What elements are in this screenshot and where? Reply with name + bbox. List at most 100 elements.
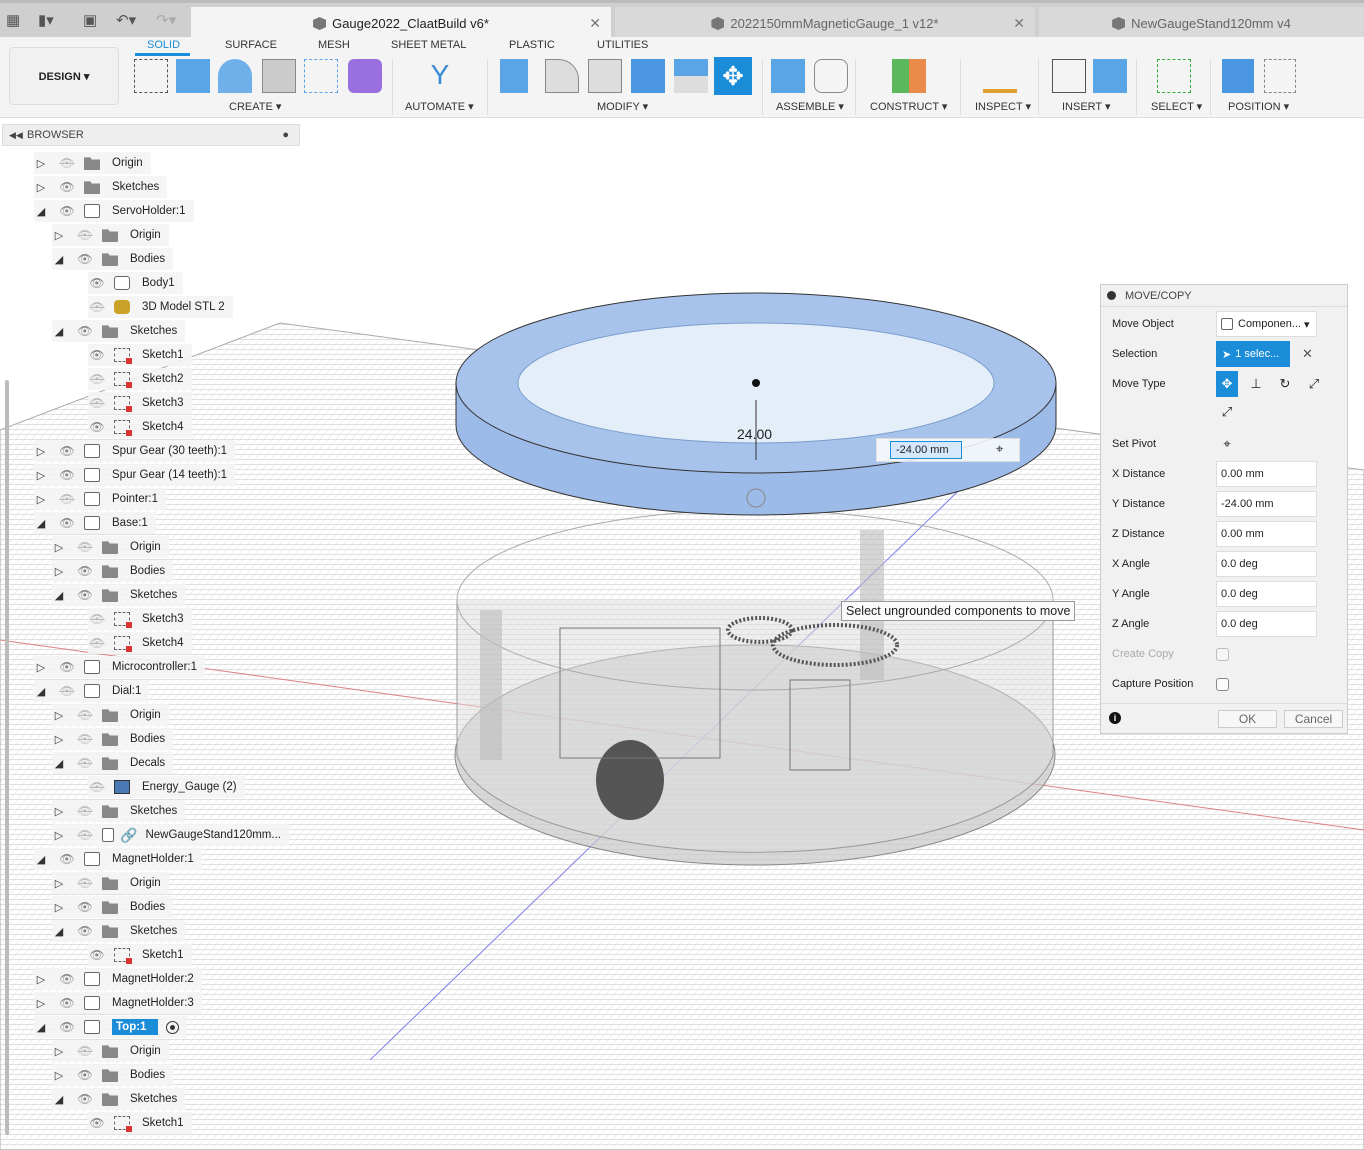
visibility-eye-icon[interactable]: 👁 bbox=[76, 828, 94, 842]
dimension-input[interactable]: -24.00 mm bbox=[890, 441, 962, 459]
visibility-eye-icon[interactable]: 👁 bbox=[58, 1020, 76, 1034]
expanded-arrow-icon[interactable]: ◢ bbox=[34, 205, 48, 218]
collapsed-arrow-icon[interactable]: ▷ bbox=[52, 877, 66, 890]
visibility-eye-icon[interactable]: 👁 bbox=[76, 876, 94, 890]
visibility-eye-icon[interactable]: 👁 bbox=[88, 420, 106, 434]
rotate-icon[interactable]: ↻ bbox=[1274, 371, 1296, 397]
pivot-icon[interactable]: ⌖ bbox=[996, 441, 1003, 457]
collapsed-arrow-icon[interactable]: ▷ bbox=[34, 181, 48, 194]
collapsed-arrow-icon[interactable]: ▷ bbox=[52, 1069, 66, 1082]
joint-icon[interactable] bbox=[814, 59, 848, 93]
visibility-eye-icon[interactable]: 👁 bbox=[58, 468, 76, 482]
collapsed-arrow-icon[interactable]: ▷ bbox=[52, 733, 66, 746]
visibility-eye-icon[interactable]: 👁 bbox=[58, 972, 76, 986]
visibility-eye-icon[interactable]: 👁 bbox=[76, 804, 94, 818]
visibility-eye-icon[interactable]: 👁 bbox=[58, 156, 76, 170]
group-construct[interactable]: CONSTRUCT ▾ bbox=[870, 100, 947, 113]
visibility-eye-icon[interactable]: 👁 bbox=[76, 924, 94, 938]
redo-icon[interactable]: ↷▾ bbox=[156, 11, 176, 29]
collapsed-arrow-icon[interactable]: ▷ bbox=[52, 229, 66, 242]
activate-component-icon[interactable] bbox=[166, 1020, 180, 1034]
position-icon[interactable] bbox=[1222, 59, 1254, 93]
browser-item[interactable]: ◢ 👁 Sketches bbox=[52, 920, 186, 942]
clear-selection-icon[interactable]: ✕ bbox=[1302, 346, 1313, 362]
construct-plane-icon[interactable] bbox=[892, 59, 926, 93]
browser-item[interactable]: ▷ 👁 Origin bbox=[52, 224, 169, 246]
field-input[interactable]: -24.00 mm bbox=[1216, 491, 1317, 517]
browser-item[interactable]: ◢ 👁 Top:1 bbox=[34, 1016, 188, 1038]
browser-item[interactable]: ▷ 👁 Origin bbox=[52, 872, 169, 894]
browser-item[interactable]: ▷ 👁 Origin bbox=[52, 704, 169, 726]
browser-item[interactable]: 👁 Sketch3 bbox=[88, 608, 192, 630]
field-input[interactable]: 0.0 deg bbox=[1216, 551, 1317, 577]
visibility-eye-icon[interactable]: 👁 bbox=[88, 348, 106, 362]
press-pull-icon[interactable] bbox=[500, 59, 528, 93]
expanded-arrow-icon[interactable]: ◢ bbox=[34, 517, 48, 530]
visibility-eye-icon[interactable]: 👁 bbox=[76, 324, 94, 338]
collapsed-arrow-icon[interactable]: ▷ bbox=[34, 469, 48, 482]
visibility-eye-icon[interactable]: 👁 bbox=[58, 660, 76, 674]
workspace-dropdown[interactable]: DESIGN ▾ bbox=[9, 47, 119, 105]
browser-item[interactable]: ▷ 👁 Bodies bbox=[52, 1064, 174, 1086]
measure-icon[interactable] bbox=[983, 59, 1017, 93]
undo-icon[interactable]: ↶▾ bbox=[116, 11, 136, 29]
extrude-icon[interactable] bbox=[176, 59, 210, 93]
new-component-icon[interactable] bbox=[771, 59, 805, 93]
visibility-eye-icon[interactable]: 👁 bbox=[76, 252, 94, 266]
visibility-eye-icon[interactable]: 👁 bbox=[58, 204, 76, 218]
browser-item[interactable]: 👁 3D Model STL 2 bbox=[88, 296, 233, 318]
visibility-eye-icon[interactable]: 👁 bbox=[76, 732, 94, 746]
collapsed-arrow-icon[interactable]: ▷ bbox=[34, 157, 48, 170]
browser-item[interactable]: ◢ 👁 ServoHolder:1 bbox=[34, 200, 194, 222]
collapsed-arrow-icon[interactable]: ▷ bbox=[52, 709, 66, 722]
browser-item[interactable]: ▷ 👁 Bodies bbox=[52, 728, 174, 750]
visibility-eye-icon[interactable]: 👁 bbox=[76, 1092, 94, 1106]
expanded-arrow-icon[interactable]: ◢ bbox=[52, 589, 66, 602]
doc-tab-1[interactable]: 2022150mmMagneticGauge_1 v12* ✕ bbox=[615, 7, 1035, 40]
visibility-eye-icon[interactable]: 👁 bbox=[88, 276, 106, 290]
form-icon[interactable] bbox=[348, 59, 382, 93]
browser-item[interactable]: 👁 Sketch4 bbox=[88, 632, 192, 654]
visibility-eye-icon[interactable]: 👁 bbox=[88, 1116, 106, 1130]
tab-solid[interactable]: SOLID bbox=[147, 39, 180, 51]
group-insert[interactable]: INSERT ▾ bbox=[1062, 100, 1111, 113]
browser-item[interactable]: ◢ 👁 Sketches bbox=[52, 1088, 186, 1110]
visibility-eye-icon[interactable]: 👁 bbox=[88, 372, 106, 386]
expanded-arrow-icon[interactable]: ◢ bbox=[34, 685, 48, 698]
collapsed-arrow-icon[interactable]: ▷ bbox=[34, 445, 48, 458]
collapse-browser-icon[interactable]: ◀◀ bbox=[9, 130, 23, 141]
browser-item[interactable]: ◢ 👁 Decals bbox=[52, 752, 174, 774]
browser-item[interactable]: 👁 Sketch1 bbox=[88, 944, 192, 966]
visibility-eye-icon[interactable]: 👁 bbox=[88, 780, 106, 794]
group-inspect[interactable]: INSPECT ▾ bbox=[975, 100, 1031, 113]
visibility-eye-icon[interactable]: 👁 bbox=[76, 588, 94, 602]
collapsed-arrow-icon[interactable]: ▷ bbox=[52, 1045, 66, 1058]
visibility-eye-icon[interactable]: 👁 bbox=[76, 1044, 94, 1058]
browser-item[interactable]: ▷ 👁 Spur Gear (14 teeth):1 bbox=[34, 464, 236, 486]
visibility-eye-icon[interactable]: 👁 bbox=[88, 636, 106, 650]
browser-item[interactable]: ▷ 👁 Microcontroller:1 bbox=[34, 656, 205, 678]
browser-item[interactable]: 👁 Sketch3 bbox=[88, 392, 192, 414]
browser-item[interactable]: ◢ 👁 Dial:1 bbox=[34, 680, 150, 702]
insert-image-icon[interactable] bbox=[1093, 59, 1127, 93]
visibility-eye-icon[interactable]: 👁 bbox=[76, 900, 94, 914]
browser-item[interactable]: ▷ 👁 Bodies bbox=[52, 560, 174, 582]
browser-item[interactable]: ◢ 👁 Sketches bbox=[52, 584, 186, 606]
browser-scrollbar[interactable] bbox=[5, 380, 9, 1135]
browser-item[interactable]: 👁 Sketch1 bbox=[88, 1112, 192, 1134]
visibility-eye-icon[interactable]: 👁 bbox=[76, 228, 94, 242]
tab-sheet-metal[interactable]: SHEET METAL bbox=[391, 39, 466, 51]
info-icon[interactable]: i bbox=[1109, 712, 1121, 724]
collapsed-arrow-icon[interactable]: ▷ bbox=[52, 565, 66, 578]
save-icon[interactable]: ▣ bbox=[83, 11, 97, 29]
browser-item[interactable]: 👁 Sketch4 bbox=[88, 416, 192, 438]
collapsed-arrow-icon[interactable]: ▷ bbox=[34, 997, 48, 1010]
selection-button[interactable]: ➤ 1 selec... bbox=[1216, 341, 1290, 367]
expanded-arrow-icon[interactable]: ◢ bbox=[52, 1093, 66, 1106]
visibility-eye-icon[interactable]: 👁 bbox=[58, 996, 76, 1010]
expanded-arrow-icon[interactable]: ◢ bbox=[34, 853, 48, 866]
pattern-icon[interactable] bbox=[304, 59, 338, 93]
move-object-dropdown[interactable]: Componen... ▾ bbox=[1216, 311, 1317, 337]
point-to-position-icon[interactable]: ⤢ bbox=[1216, 399, 1238, 425]
split-icon[interactable] bbox=[674, 59, 708, 93]
